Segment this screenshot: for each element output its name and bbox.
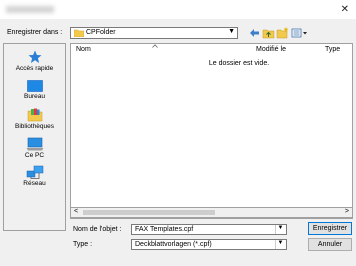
chevron-down-icon[interactable]: ▼: [275, 225, 285, 234]
back-arrow-icon[interactable]: [248, 27, 261, 39]
scroll-right-icon[interactable]: >: [345, 208, 349, 215]
place-label: Bibliothèques: [14, 123, 55, 130]
filetype-select[interactable]: Deckblattvorlagen (*.cpf) ▼: [131, 239, 287, 250]
place-label: Ce PC: [24, 152, 45, 159]
place-desktop[interactable]: Bureau: [4, 80, 65, 100]
chevron-down-icon[interactable]: ▼: [275, 240, 285, 249]
desktop-icon: [26, 80, 43, 92]
save-button[interactable]: Enregistrer: [308, 222, 352, 235]
save-dialog: ✕ Enregistrer dans : CPFolder ▼ Accès ra…: [0, 0, 356, 266]
column-header-type[interactable]: Type: [325, 46, 340, 53]
dialog-title: [6, 6, 54, 13]
view-menu-icon[interactable]: [291, 27, 309, 39]
title-bar: ✕: [0, 0, 356, 19]
place-quick-access[interactable]: Accès rapide: [4, 50, 65, 72]
place-label: Réseau: [23, 180, 46, 187]
network-icon: [26, 165, 43, 179]
chevron-down-icon[interactable]: ▼: [228, 28, 235, 35]
place-label: Accès rapide: [15, 65, 54, 72]
scroll-left-icon[interactable]: <: [74, 208, 78, 215]
place-label: Bureau: [24, 93, 45, 100]
filetype-value: Deckblattvorlagen (*.cpf): [135, 241, 212, 248]
place-libraries[interactable]: Bibliothèques: [4, 108, 65, 130]
this-pc-icon: [26, 137, 43, 151]
folder-location-combo[interactable]: CPFolder ▼: [70, 27, 238, 39]
look-in-label: Enregistrer dans :: [7, 29, 63, 36]
current-folder-name: CPFolder: [86, 29, 116, 36]
filetype-label: Type :: [73, 241, 93, 248]
cancel-button[interactable]: Annuler: [308, 238, 352, 251]
file-list[interactable]: Nom Modifié le Type Le dossier est vide.: [70, 43, 353, 219]
new-folder-icon[interactable]: [276, 27, 289, 39]
filename-input[interactable]: FAX Templates.cpf: [135, 226, 193, 233]
filename-label: Nom de l'objet :: [73, 226, 122, 233]
horizontal-scrollbar[interactable]: < >: [70, 207, 353, 218]
close-icon[interactable]: ✕: [341, 4, 349, 15]
places-bar: Accès rapide Bureau Bibliothèques Ce PC: [3, 43, 66, 231]
column-header-name[interactable]: Nom: [76, 46, 91, 53]
quick-access-star-icon: [28, 50, 41, 63]
place-network[interactable]: Réseau: [4, 165, 65, 187]
libraries-icon: [27, 108, 42, 122]
folder-icon: [74, 29, 84, 37]
empty-folder-message: Le dossier est vide.: [208, 60, 270, 67]
up-folder-icon[interactable]: [262, 27, 275, 39]
filename-combo[interactable]: FAX Templates.cpf ▼: [131, 224, 287, 235]
place-this-pc[interactable]: Ce PC: [4, 137, 65, 159]
scrollbar-thumb[interactable]: [83, 210, 215, 215]
sort-ascending-icon: [152, 44, 158, 48]
column-header-modified[interactable]: Modifié le: [256, 46, 286, 53]
